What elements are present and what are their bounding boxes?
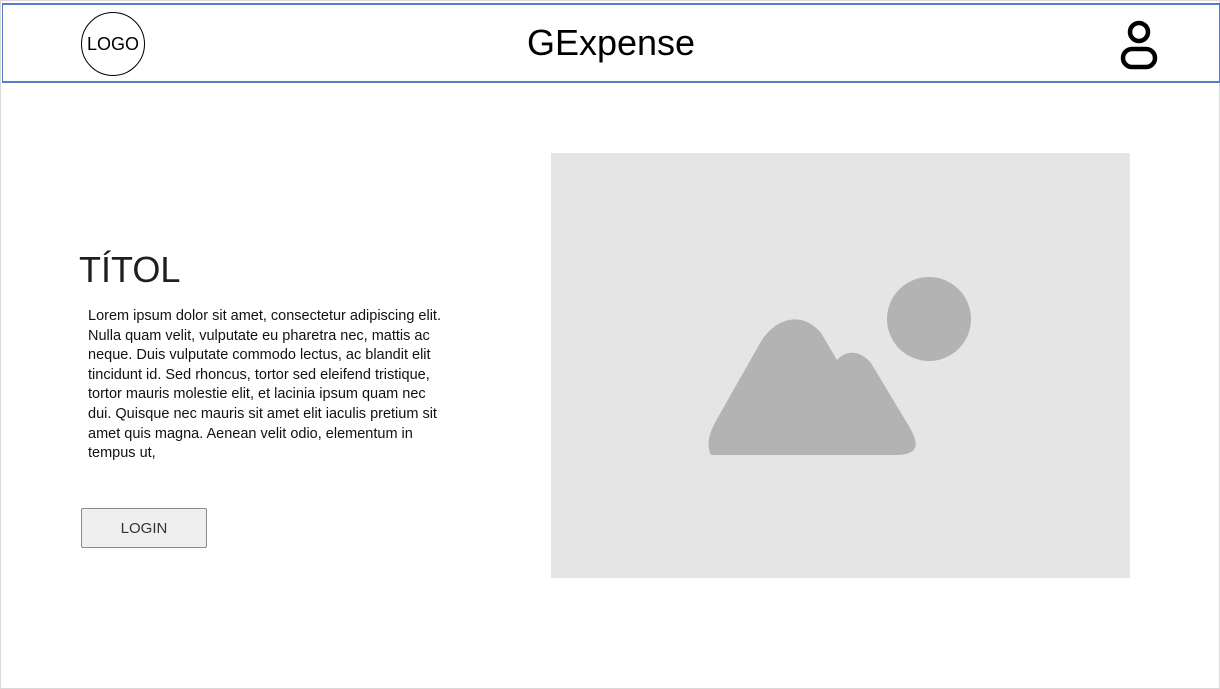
header-bar: LOGO GExpense bbox=[2, 3, 1220, 83]
user-icon[interactable] bbox=[1117, 19, 1161, 71]
page: LOGO GExpense TÍTOL Lorem ipsum dolor si… bbox=[0, 0, 1220, 689]
description-text: Lorem ipsum dolor sit amet, consectetur … bbox=[88, 308, 441, 462]
app-title: GExpense bbox=[526, 22, 696, 63]
image-placeholder-icon bbox=[708, 277, 971, 455]
login-button[interactable]: LOGIN bbox=[81, 508, 207, 548]
image-placeholder bbox=[551, 153, 1130, 578]
page-title: TÍTOL bbox=[79, 249, 181, 290]
